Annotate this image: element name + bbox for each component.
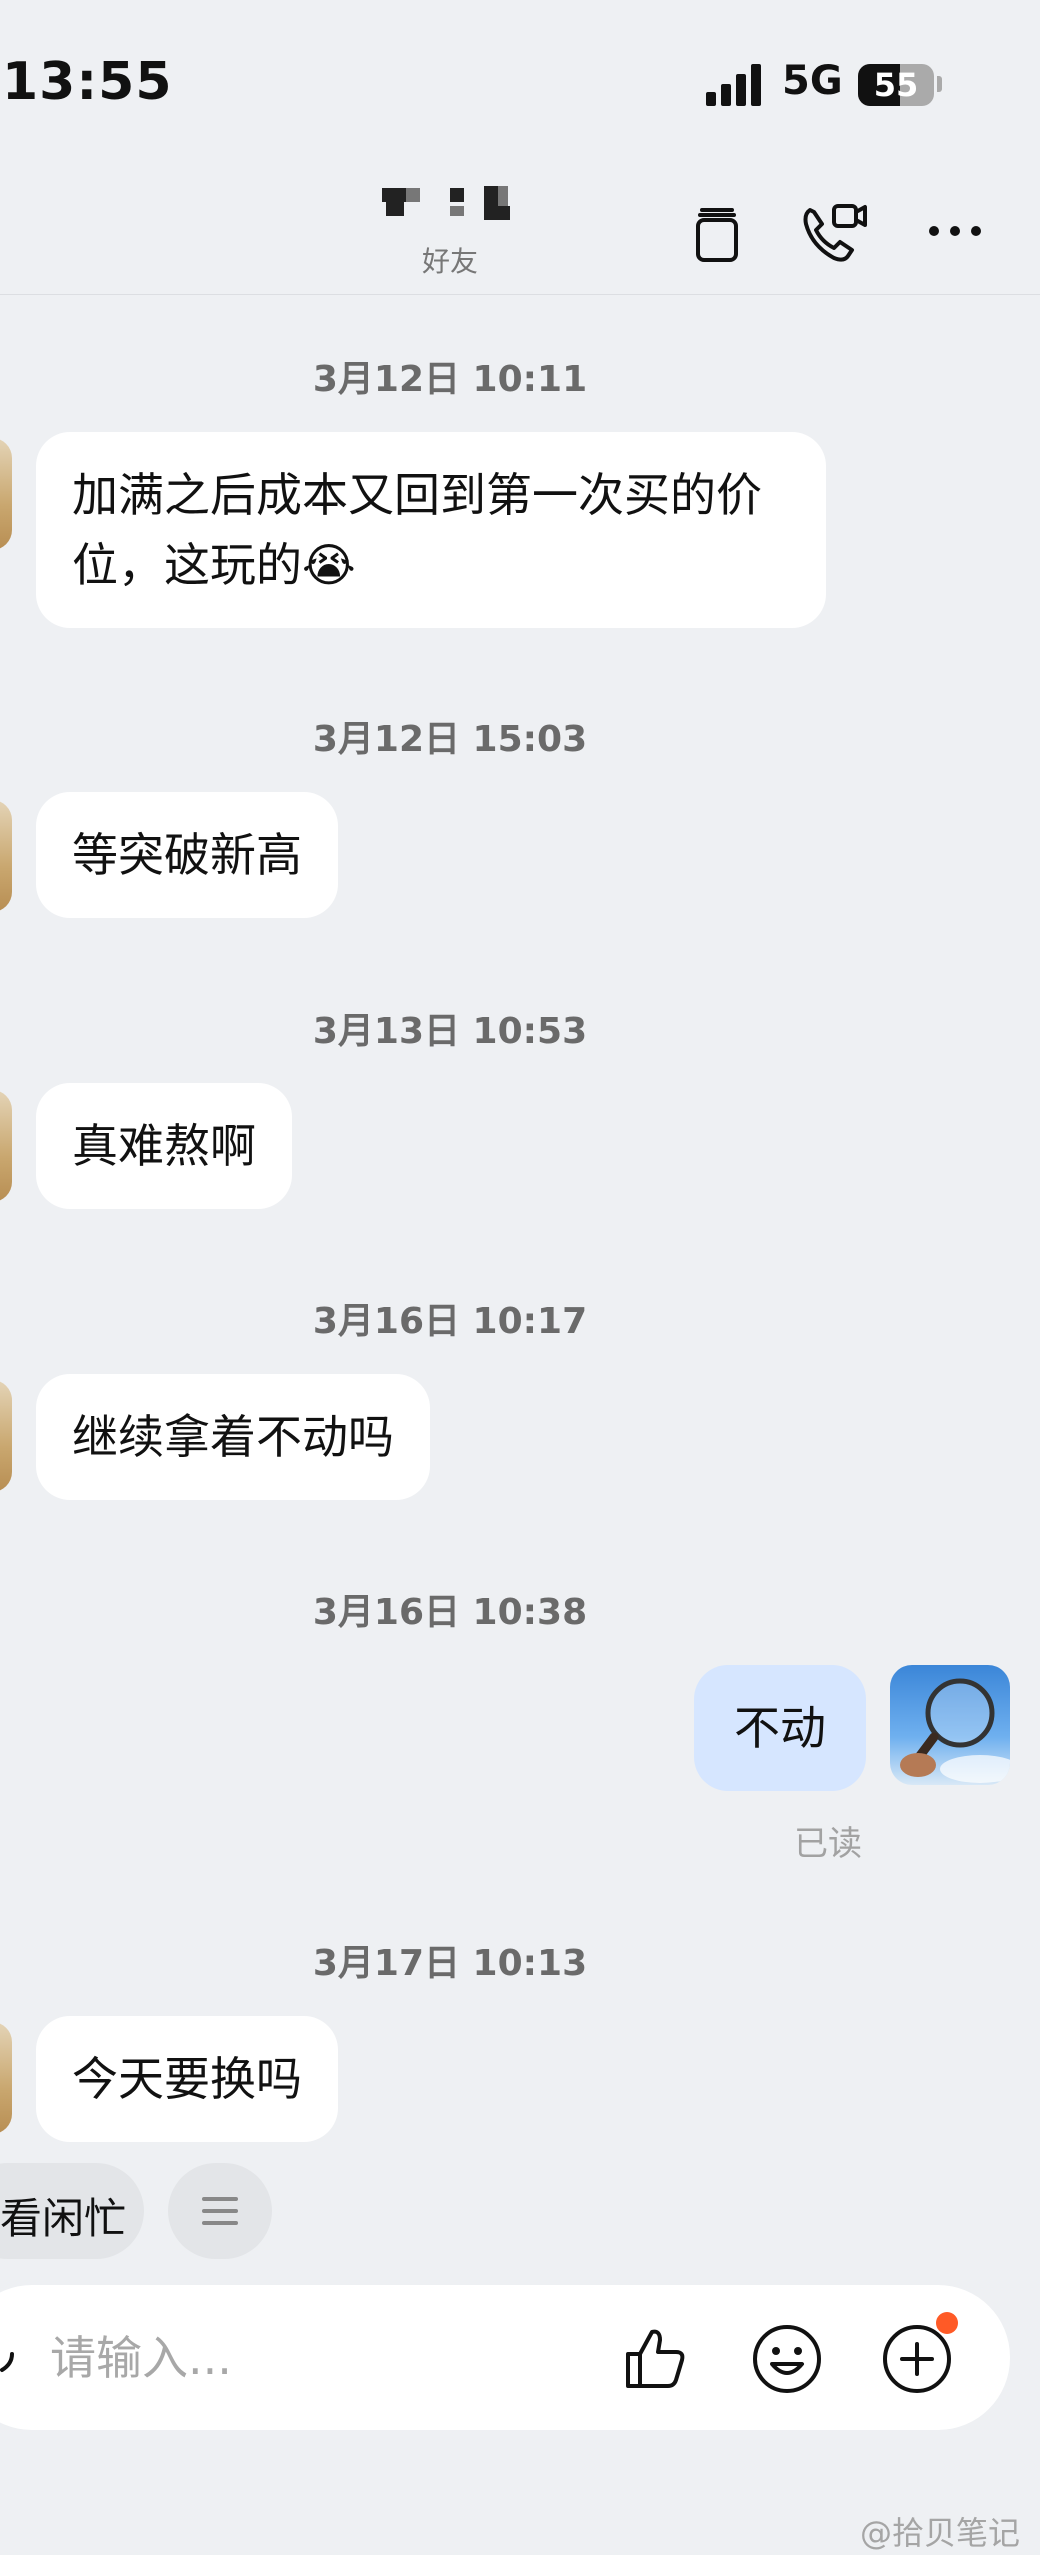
emoji-icon[interactable]	[748, 2320, 826, 2398]
magnifier-photo	[900, 1678, 1010, 1783]
friend-avatar[interactable]	[0, 1380, 12, 1492]
friend-avatar[interactable]	[0, 1090, 12, 1202]
message-timestamp: 3月17日 10:13	[312, 1943, 588, 1984]
quick-menu-button[interactable]	[168, 2163, 272, 2259]
read-receipt: 已读	[794, 1824, 862, 1864]
message-bubble[interactable]: 今天要换吗	[36, 2016, 338, 2142]
more-icon[interactable]	[918, 194, 992, 268]
battery-percent: 55	[873, 66, 919, 104]
signal-icon	[706, 64, 766, 106]
notification-dot	[936, 2312, 958, 2334]
menu-icon	[202, 2197, 238, 2225]
message-bubble[interactable]: 等突破新高	[36, 792, 338, 918]
chat-header: 好友	[0, 170, 1040, 295]
battery-tip	[937, 76, 942, 92]
battery-icon: 55	[858, 64, 934, 106]
status-time: 13:55	[2, 52, 173, 112]
video-call-icon[interactable]	[796, 194, 870, 268]
my-message-bubble[interactable]: 不动	[694, 1665, 866, 1791]
message-bubble[interactable]: 加满之后成本又回到第一次买的价位，这玩的😭	[36, 432, 826, 628]
message-timestamp: 3月12日 10:11	[312, 359, 588, 400]
message-timestamp: 3月16日 10:17	[312, 1301, 588, 1342]
status-bar: 13:55 5G 55	[0, 0, 1040, 170]
voice-icon[interactable]	[0, 2340, 16, 2380]
network-type: 5G	[782, 58, 843, 104]
message-bubble[interactable]: 真难熬啊	[36, 1083, 292, 1209]
thumbs-up-icon[interactable]	[616, 2320, 694, 2398]
friend-avatar[interactable]	[0, 2022, 12, 2134]
quick-reply-label: 看闲忙	[0, 2194, 127, 2243]
my-avatar[interactable]	[890, 1665, 1010, 1785]
message-timestamp: 3月13日 10:53	[312, 1011, 588, 1052]
copy-icon[interactable]	[680, 194, 754, 268]
friend-avatar[interactable]	[0, 800, 12, 912]
contact-subtitle: 好友	[421, 245, 478, 278]
message-bubble[interactable]: 继续拿着不动吗	[36, 1374, 430, 1500]
watermark: @拾贝笔记	[860, 2514, 1021, 2552]
friend-avatar[interactable]	[0, 438, 12, 550]
message-timestamp: 3月16日 10:38	[312, 1592, 588, 1633]
message-timestamp: 3月12日 15:03	[312, 719, 588, 760]
message-input[interactable]	[48, 2322, 572, 2394]
contact-name-pixelated[interactable]	[380, 182, 520, 228]
